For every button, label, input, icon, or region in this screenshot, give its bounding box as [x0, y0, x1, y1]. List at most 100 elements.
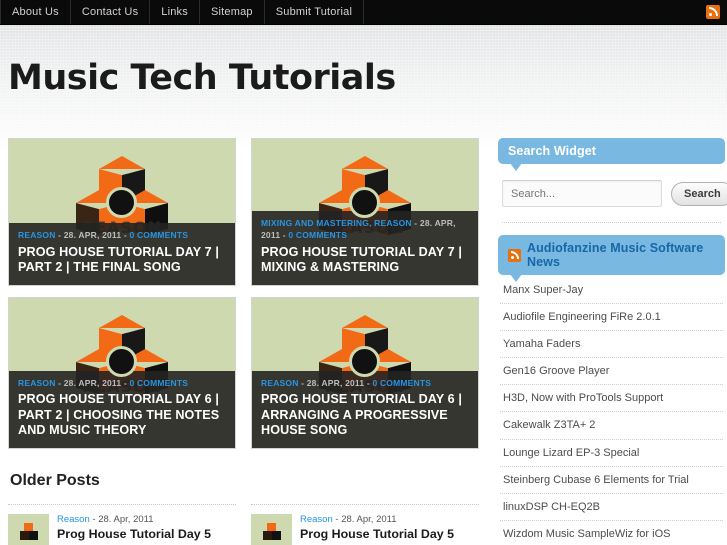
list-item[interactable]: linuxDSP CH-EQ2B [500, 494, 723, 521]
top-navigation-bar: About Us Contact Us Links Sitemap Submit… [0, 0, 727, 25]
nav-item-submit-tutorial[interactable]: Submit Tutorial [265, 0, 365, 24]
post-date: 28. Apr, 2011 [341, 514, 397, 525]
list-item[interactable]: Yamaha Faders [500, 331, 723, 359]
older-post-thumbnail [251, 514, 292, 545]
list-item[interactable]: Reason - 28. Apr, 2011 Prog House Tutori… [8, 504, 236, 545]
feed-item-link[interactable]: Manx Super-Jay [500, 277, 723, 303]
post-meta: MIXING AND MASTERING, REASON - 28. APR, … [261, 217, 469, 242]
top-nav-spacer [364, 0, 706, 24]
list-item[interactable]: Audiofile Engineering FiRe 2.0.1 [500, 304, 723, 332]
list-item[interactable]: Lounge Lizard EP-3 Special [500, 440, 723, 467]
top-nav-links: About Us Contact Us Links Sitemap Submit… [0, 0, 365, 24]
older-post-body: Reason - 28. Apr, 2011 Prog House Tutori… [57, 514, 236, 545]
nav-item-links[interactable]: Links [150, 0, 200, 24]
feed-item-link[interactable]: Gen16 Groove Player [500, 358, 723, 384]
post-comments-link[interactable]: 0 COMMENTS [288, 230, 347, 240]
widget-search: Search Widget Search [498, 138, 727, 223]
meta-separator: - [55, 377, 64, 388]
site-title[interactable]: Music Tech Tutorials [8, 61, 727, 96]
search-button[interactable]: Search [671, 181, 727, 206]
list-item[interactable]: Steinberg Cubase 6 Elements for Trial [500, 467, 723, 494]
feed-item-link[interactable]: Steinberg Cubase 6 Elements for Trial [500, 467, 723, 493]
older-post-thumbnail [8, 514, 49, 545]
post-title[interactable]: Prog House Tutorial Day 5 [300, 527, 479, 543]
list-item[interactable]: Cakewalk Z3TA+ 2 [500, 412, 723, 440]
post-card-overlay: REASON - 28. APR, 2011 - 0 COMMENTS PROG… [9, 223, 235, 285]
rss-feed-link[interactable] [706, 0, 727, 24]
nav-item-contact-us[interactable]: Contact Us [71, 0, 151, 24]
rss-icon[interactable] [706, 5, 720, 19]
widget-rss-feed: Audiofanzine Music Software News Manx Su… [498, 235, 725, 545]
post-date: 28. APR, 2011 [63, 377, 122, 388]
post-comments-link[interactable]: 0 COMMENTS [372, 378, 431, 388]
list-item[interactable]: Manx Super-Jay [500, 277, 723, 305]
rss-feed-list: Manx Super-Jay Audiofile Engineering FiR… [498, 277, 725, 545]
post-category-link[interactable]: Reason [300, 514, 333, 525]
post-comments-link[interactable]: 0 COMMENTS [129, 230, 188, 240]
feed-item-link[interactable]: Wizdom Music SampleWiz for iOS [500, 521, 723, 545]
older-post-body: Reason - 28. Apr, 2011 Prog House Tutori… [300, 514, 479, 545]
post-title[interactable]: PROG HOUSE TUTORIAL DAY 7 | MIXING & MAS… [261, 245, 469, 276]
older-post-meta: Reason - 28. Apr, 2011 [57, 514, 236, 525]
search-input[interactable] [502, 180, 662, 207]
post-card-overlay: REASON - 28. APR, 2011 - 0 COMMENTS PROG… [252, 370, 478, 448]
post-comments-link[interactable]: 0 COMMENTS [129, 378, 188, 388]
widget-title: Search Widget [508, 144, 597, 158]
feed-item-link[interactable]: Lounge Lizard EP-3 Special [500, 440, 723, 466]
post-category-link[interactable]: Reason [57, 514, 90, 525]
post-card[interactable]: REASON REASON - 28. APR, 2011 - 0 COMMEN… [251, 297, 479, 449]
post-date: 28. APR, 2011 [306, 377, 365, 388]
post-date: 28. Apr, 2011 [98, 514, 154, 525]
reason-logo-icon [263, 523, 281, 541]
widget-divider [502, 222, 721, 223]
post-category-link[interactable]: REASON [18, 378, 56, 388]
post-title[interactable]: PROG HOUSE TUTORIAL DAY 7 | PART 2 | THE… [18, 245, 226, 276]
widget-title[interactable]: Audiofanzine Music Software News [527, 241, 715, 269]
widget-header: Search Widget [498, 138, 725, 171]
widget-body: Search [498, 164, 727, 223]
post-card-overlay: REASON - 28. APR, 2011 - 0 COMMENTS PROG… [9, 370, 235, 448]
meta-separator: - [298, 377, 307, 388]
post-category-link[interactable]: REASON [18, 230, 56, 240]
widget-header: Audiofanzine Music Software News [498, 235, 725, 282]
reason-logo-ring [106, 346, 137, 377]
feed-item-link[interactable]: Audiofile Engineering FiRe 2.0.1 [500, 304, 723, 330]
post-title[interactable]: PROG HOUSE TUTORIAL DAY 6 | PART 2 | CHO… [18, 392, 226, 439]
list-item[interactable]: Wizdom Music SampleWiz for iOS [500, 521, 723, 545]
post-category-link[interactable]: REASON [261, 378, 299, 388]
post-title[interactable]: PROG HOUSE TUTORIAL DAY 6 | ARRANGING A … [261, 392, 469, 439]
rss-icon [508, 248, 521, 262]
post-meta: REASON - 28. APR, 2011 - 0 COMMENTS [261, 377, 469, 389]
post-card[interactable]: REASON REASON - 28. APR, 2011 - 0 COMMEN… [8, 138, 236, 286]
post-meta: REASON - 28. APR, 2011 - 0 COMMENTS [18, 229, 226, 241]
older-posts-heading: Older Posts [10, 472, 100, 489]
meta-separator: - [55, 230, 64, 241]
list-item[interactable]: H3D, Now with ProTools Support [500, 385, 723, 413]
post-card[interactable]: REASON REASON - 28. APR, 2011 - 0 COMMEN… [8, 297, 236, 449]
feed-item-link[interactable]: Cakewalk Z3TA+ 2 [500, 412, 723, 438]
post-title[interactable]: Prog House Tutorial Day 5 [57, 527, 236, 543]
reason-logo-ring [106, 187, 137, 218]
featured-posts-grid: REASON REASON - 28. APR, 2011 - 0 COMMEN… [8, 138, 486, 449]
meta-separator: - [411, 218, 420, 229]
page-root: About Us Contact Us Links Sitemap Submit… [0, 0, 727, 545]
reason-logo-ring [349, 187, 380, 218]
feed-item-link[interactable]: Yamaha Faders [500, 331, 723, 357]
reason-logo-icon [20, 523, 38, 541]
nav-item-about-us[interactable]: About Us [1, 0, 71, 24]
list-item[interactable]: Reason - 28. Apr, 2011 Prog House Tutori… [251, 504, 479, 545]
older-posts-list: Reason - 28. Apr, 2011 Prog House Tutori… [8, 504, 486, 545]
sidebar: Search Widget Search Audiofanzine Music … [498, 138, 727, 545]
post-card[interactable]: REASON MIXING AND MASTERING, REASON - 28… [251, 138, 479, 286]
feed-item-link[interactable]: H3D, Now with ProTools Support [500, 385, 723, 411]
site-header: Music Tech Tutorials [0, 25, 727, 138]
post-card-overlay: MIXING AND MASTERING, REASON - 28. APR, … [252, 211, 478, 285]
post-category-link[interactable]: MIXING AND MASTERING, REASON [261, 218, 412, 228]
layout-wrapper: REASON REASON - 28. APR, 2011 - 0 COMMEN… [0, 138, 727, 545]
nav-item-sitemap[interactable]: Sitemap [200, 0, 265, 24]
feed-item-link[interactable]: linuxDSP CH-EQ2B [500, 494, 723, 520]
meta-separator: - [332, 514, 342, 525]
reason-logo-ring [349, 346, 380, 377]
list-item[interactable]: Gen16 Groove Player [500, 358, 723, 386]
main-content: REASON REASON - 28. APR, 2011 - 0 COMMEN… [8, 138, 486, 545]
